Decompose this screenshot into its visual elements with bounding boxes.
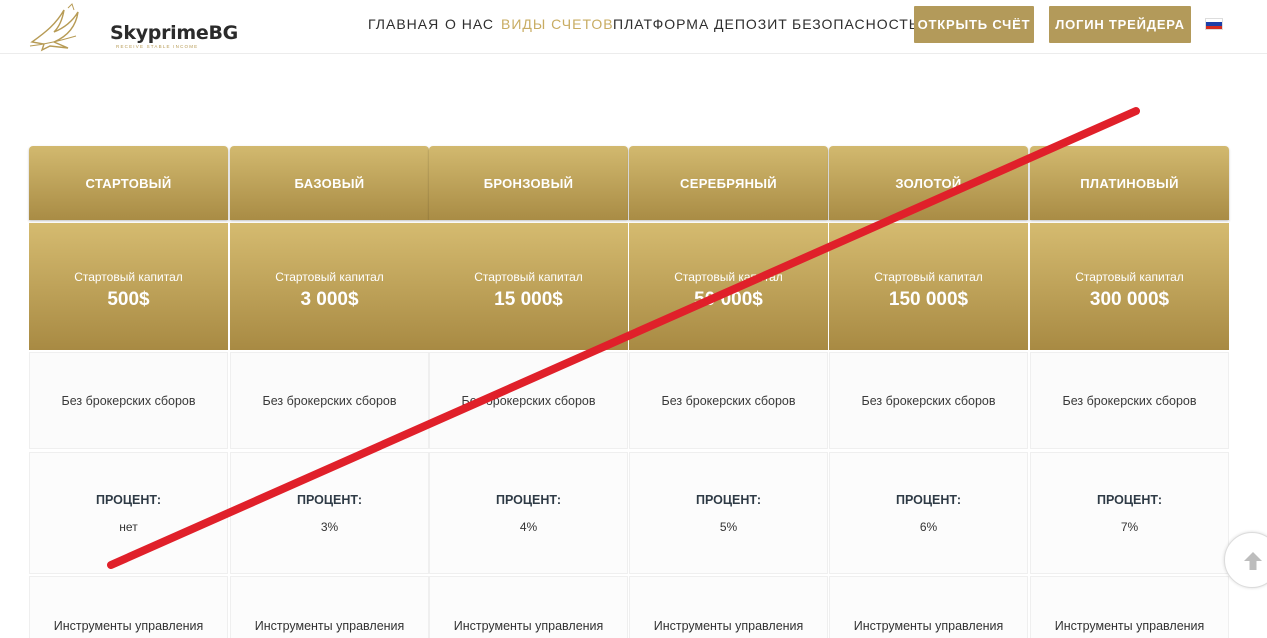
swallow-logo-icon bbox=[29, 3, 79, 52]
account-column: БАЗОВЫЙ Стартовый капитал 3 000$ Без бро… bbox=[230, 146, 429, 638]
logo-text: SkyprimeBG bbox=[110, 22, 238, 44]
percent-label: ПРОЦЕНТ: bbox=[296, 493, 362, 507]
tools-cell: Инструменты управления bbox=[29, 576, 228, 638]
capital-label: Стартовый капитал bbox=[74, 270, 183, 284]
tools-label: Инструменты управления bbox=[1054, 619, 1205, 633]
fees-cell: Без брокерских сборов bbox=[429, 352, 628, 449]
percent-cell: ПРОЦЕНТ: 5% bbox=[629, 452, 828, 574]
account-name: СЕРЕБРЯНЫЙ bbox=[629, 146, 828, 220]
tools-cell: Инструменты управления bbox=[829, 576, 1028, 638]
capital-label: Стартовый капитал bbox=[474, 270, 583, 284]
percent-value: 5% bbox=[719, 520, 738, 534]
fees-cell: Без брокерских сборов bbox=[829, 352, 1028, 449]
tools-label: Инструменты управления bbox=[853, 619, 1004, 633]
nav-item-home[interactable]: ГЛАВНАЯ bbox=[368, 16, 439, 32]
account-column: БРОНЗОВЫЙ Стартовый капитал 15 000$ Без … bbox=[429, 146, 628, 638]
ru-flag-icon[interactable] bbox=[1205, 18, 1223, 30]
capital-cell: Стартовый капитал 300 000$ bbox=[1030, 223, 1229, 350]
percent-value: 4% bbox=[519, 520, 538, 534]
account-name: СТАРТОВЫЙ bbox=[29, 146, 228, 220]
account-column: СЕРЕБРЯНЫЙ Стартовый капитал 50 000$ Без… bbox=[629, 146, 828, 638]
percent-label: ПРОЦЕНТ: bbox=[95, 493, 161, 507]
account-name: БРОНЗОВЫЙ bbox=[429, 146, 628, 220]
account-column: ПЛАТИНОВЫЙ Стартовый капитал 300 000$ Бе… bbox=[1030, 146, 1229, 638]
arrow-up-icon bbox=[1244, 552, 1262, 570]
percent-label: ПРОЦЕНТ: bbox=[695, 493, 761, 507]
nav-item-about[interactable]: О НАС bbox=[445, 16, 494, 32]
nav-item-deposit[interactable]: ДЕПОЗИТ bbox=[714, 16, 788, 32]
nav-item-platform[interactable]: ПЛАТФОРМА bbox=[613, 16, 709, 32]
percent-cell: ПРОЦЕНТ: нет bbox=[29, 452, 228, 574]
site-header: SkyprimeBG RECEIVE STABLE INCOME ГЛАВНАЯ… bbox=[0, 0, 1267, 54]
capital-value: 500$ bbox=[107, 289, 150, 310]
tools-cell: Инструменты управления bbox=[1030, 576, 1229, 638]
capital-cell: Стартовый капитал 50 000$ bbox=[629, 223, 828, 350]
percent-value: 6% bbox=[919, 520, 938, 534]
account-name: ПЛАТИНОВЫЙ bbox=[1030, 146, 1229, 220]
capital-value: 3 000$ bbox=[300, 289, 359, 310]
tools-cell: Инструменты управления bbox=[629, 576, 828, 638]
capital-cell: Стартовый капитал 3 000$ bbox=[230, 223, 429, 350]
capital-label: Стартовый капитал bbox=[674, 270, 783, 284]
capital-value: 50 000$ bbox=[694, 289, 763, 310]
fees-cell: Без брокерских сборов bbox=[230, 352, 429, 449]
capital-cell: Стартовый капитал 500$ bbox=[29, 223, 228, 350]
tools-cell: Инструменты управления bbox=[429, 576, 628, 638]
percent-label: ПРОЦЕНТ: bbox=[895, 493, 961, 507]
tools-cell: Инструменты управления bbox=[230, 576, 429, 638]
percent-cell: ПРОЦЕНТ: 6% bbox=[829, 452, 1028, 574]
scroll-to-top-button[interactable] bbox=[1224, 532, 1267, 588]
capital-value: 300 000$ bbox=[1089, 289, 1170, 310]
percent-label: ПРОЦЕНТ: bbox=[1096, 493, 1162, 507]
tools-label: Инструменты управления bbox=[53, 619, 204, 633]
capital-value: 150 000$ bbox=[888, 289, 969, 310]
logo[interactable]: SkyprimeBG RECEIVE STABLE INCOME bbox=[28, 2, 238, 52]
tools-label: Инструменты управления bbox=[453, 619, 604, 633]
percent-cell: ПРОЦЕНТ: 4% bbox=[429, 452, 628, 574]
fees-cell: Без брокерских сборов bbox=[29, 352, 228, 449]
account-name: ЗОЛОТОЙ bbox=[829, 146, 1028, 220]
nav-item-security[interactable]: БЕЗОПАСНОСТЬ bbox=[792, 16, 919, 32]
capital-label: Стартовый капитал bbox=[1075, 270, 1184, 284]
percent-cell: ПРОЦЕНТ: 7% bbox=[1030, 452, 1229, 574]
fees-cell: Без брокерских сборов bbox=[1030, 352, 1229, 449]
account-column: СТАРТОВЫЙ Стартовый капитал 500$ Без бро… bbox=[29, 146, 228, 638]
percent-cell: ПРОЦЕНТ: 3% bbox=[230, 452, 429, 574]
trader-login-button[interactable]: ЛОГИН ТРЕЙДЕРА bbox=[1049, 6, 1191, 43]
percent-value: 3% bbox=[320, 520, 339, 534]
tools-label: Инструменты управления bbox=[254, 619, 405, 633]
percent-value: 7% bbox=[1120, 520, 1139, 534]
fees-cell: Без брокерских сборов bbox=[629, 352, 828, 449]
logo-tagline: RECEIVE STABLE INCOME bbox=[116, 44, 199, 49]
capital-label: Стартовый капитал bbox=[275, 270, 384, 284]
account-name: БАЗОВЫЙ bbox=[230, 146, 429, 220]
tools-label: Инструменты управления bbox=[653, 619, 804, 633]
capital-label: Стартовый капитал bbox=[874, 270, 983, 284]
capital-value: 15 000$ bbox=[494, 289, 563, 310]
nav-item-account-types[interactable]: ВИДЫ СЧЕТОВ bbox=[501, 16, 614, 32]
percent-label: ПРОЦЕНТ: bbox=[495, 493, 561, 507]
percent-value: нет bbox=[119, 520, 138, 534]
capital-cell: Стартовый капитал 15 000$ bbox=[429, 223, 628, 350]
capital-cell: Стартовый капитал 150 000$ bbox=[829, 223, 1028, 350]
open-account-button[interactable]: ОТКРЫТЬ СЧЁТ bbox=[914, 6, 1034, 43]
account-column: ЗОЛОТОЙ Стартовый капитал 150 000$ Без б… bbox=[829, 146, 1028, 638]
